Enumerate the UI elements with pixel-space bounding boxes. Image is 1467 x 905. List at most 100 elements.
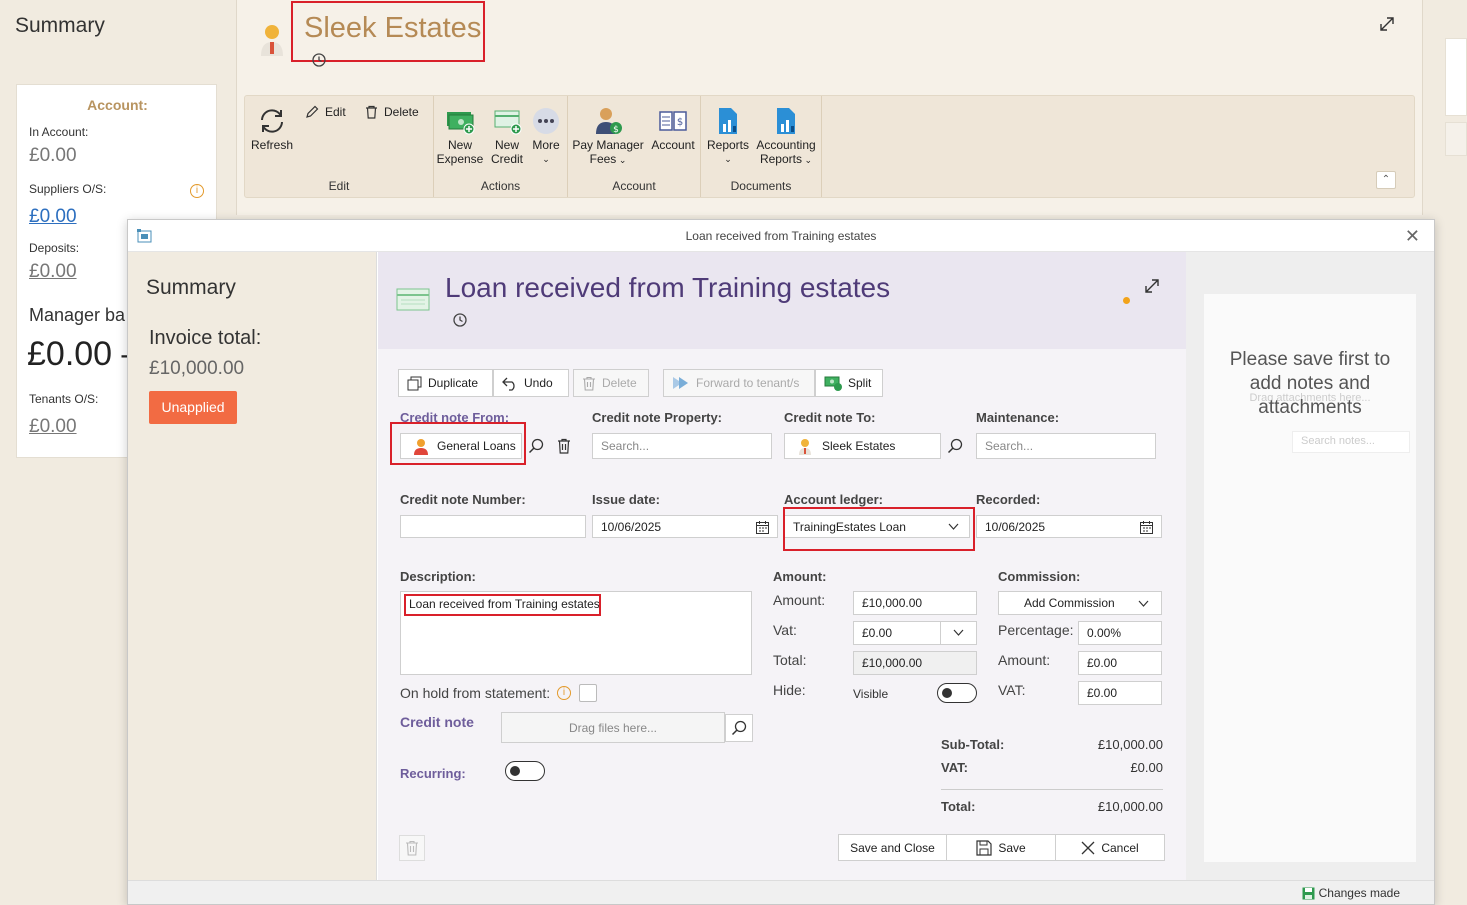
hide-toggle[interactable] xyxy=(937,683,977,703)
info-icon[interactable]: i xyxy=(190,184,204,198)
commission-vat-input[interactable]: £0.00 xyxy=(1078,681,1162,705)
pay-manager-fees-button[interactable]: $ Pay Manager Fees ⌄ xyxy=(572,106,644,167)
recorded-date-input[interactable]: 10/06/2025 xyxy=(976,515,1162,538)
ribbon-toolbar: Refresh Edit Delete Edit New Expense New… xyxy=(244,95,1415,198)
grand-total-label: Total: xyxy=(941,799,976,814)
credit-note-form: Loan received from Training estates xyxy=(378,252,1186,882)
percentage-input[interactable]: 0.00% xyxy=(1078,621,1162,645)
ribbon-group-account: $ Pay Manager Fees ⌄ $ Account Account xyxy=(568,96,701,197)
undo-button[interactable]: Undo xyxy=(493,369,569,397)
account-button[interactable]: $ Account xyxy=(648,106,698,152)
credit-note-to-field[interactable]: Sleek Estates xyxy=(784,433,941,459)
recorded-date-value: 10/06/2025 xyxy=(985,519,1046,534)
notes-attachments-panel: Drag attachments here... Please save fir… xyxy=(1186,252,1434,882)
suppliers-label: Suppliers O/S: xyxy=(29,182,107,196)
commission-vat-label: VAT: xyxy=(998,682,1026,698)
on-hold-checkbox[interactable] xyxy=(579,684,597,702)
refresh-button[interactable]: Refresh xyxy=(251,106,293,152)
new-credit-label-1: New xyxy=(494,138,519,152)
manager-balance-value: £0.00 – xyxy=(27,335,141,373)
trash-icon[interactable] xyxy=(551,433,577,459)
credit-note-from-field[interactable]: General Loans xyxy=(400,433,522,459)
delete-button[interactable]: Delete xyxy=(573,369,649,397)
vat-select[interactable]: £0.00 xyxy=(853,621,977,645)
tenants-label: Tenants O/S: xyxy=(29,392,99,406)
search-icon[interactable] xyxy=(523,433,549,459)
deposits-value-link[interactable]: £0.00 xyxy=(29,261,77,283)
credit-note-number-label: Credit note Number: xyxy=(400,492,526,507)
suppliers-value-link[interactable]: £0.00 xyxy=(29,206,77,228)
search-icon[interactable] xyxy=(942,433,968,459)
side-panel-tab[interactable] xyxy=(1445,122,1467,156)
credit-note-property-input[interactable]: Search... xyxy=(592,433,772,459)
issue-date-input[interactable]: 10/06/2025 xyxy=(592,515,778,538)
account-heading: Account: xyxy=(87,97,148,113)
save-and-close-button[interactable]: Save and Close xyxy=(838,834,947,861)
delete-record-button[interactable] xyxy=(399,835,425,861)
pay-manager-label-2: Fees ⌄ xyxy=(589,152,627,166)
edit-label: Edit xyxy=(325,105,346,119)
recorded-label: Recorded: xyxy=(976,492,1041,507)
dialog-titlebar: Loan received from Training estates ✕ xyxy=(128,220,1434,252)
file-drop-zone[interactable]: Drag files here... xyxy=(501,712,725,743)
forward-to-tenants-button[interactable]: Forward to tenant/s xyxy=(663,369,815,397)
split-button[interactable]: Split xyxy=(815,369,883,397)
amount-label: Amount: xyxy=(773,592,826,608)
add-commission-select[interactable]: Add Commission xyxy=(998,591,1162,615)
duplicate-icon xyxy=(407,376,422,390)
vat-dropdown-button[interactable] xyxy=(940,622,976,644)
maintenance-input[interactable]: Search... xyxy=(976,433,1156,459)
report-icon xyxy=(719,108,737,134)
undo-icon xyxy=(502,377,515,391)
notes-search-input[interactable]: Search notes... xyxy=(1292,431,1410,453)
search-icon[interactable] xyxy=(725,714,753,742)
ribbon-group-actions: New Expense New Credit More ⌄ Actions xyxy=(434,96,568,197)
calendar-icon[interactable] xyxy=(756,521,769,534)
form-header: Loan received from Training estates xyxy=(378,252,1186,349)
tenants-value-link[interactable]: £0.00 xyxy=(29,416,77,438)
money-icon xyxy=(447,112,475,135)
delete-button[interactable]: Delete xyxy=(365,105,419,119)
amount-input[interactable]: £10,000.00 xyxy=(853,591,977,615)
refresh-label: Refresh xyxy=(251,138,294,152)
new-credit-button[interactable]: New Credit xyxy=(484,106,530,166)
ribbon-group-documents: Reports ⌄ Accounting Reports ⌄ Documents xyxy=(701,96,822,197)
save-button[interactable]: Save xyxy=(946,834,1056,861)
group-label-account: Account xyxy=(612,179,656,193)
edit-button[interactable]: Edit xyxy=(305,105,346,119)
summary-title: Summary xyxy=(146,276,236,299)
expand-icon[interactable] xyxy=(1378,15,1396,33)
info-icon[interactable]: i xyxy=(557,686,571,700)
credit-note-number-input[interactable] xyxy=(400,515,586,538)
calendar-icon[interactable] xyxy=(1140,521,1153,534)
history-icon[interactable] xyxy=(311,52,327,68)
new-expense-button[interactable]: New Expense xyxy=(436,106,484,166)
trash-icon xyxy=(406,840,418,856)
history-icon[interactable] xyxy=(452,312,468,328)
expand-icon[interactable] xyxy=(1143,277,1161,295)
side-panel-tab[interactable] xyxy=(1445,38,1467,116)
account-ledger-select[interactable]: TrainingEstates Loan xyxy=(784,515,970,538)
close-icon[interactable]: ✕ xyxy=(1405,227,1420,245)
on-hold-label: On hold from statement: xyxy=(400,685,551,701)
person-icon xyxy=(414,439,428,455)
accounting-reports-button[interactable]: Accounting Reports ⌄ xyxy=(753,106,819,167)
cancel-button[interactable]: Cancel xyxy=(1055,834,1165,861)
totals-vat-value: £0.00 xyxy=(1130,760,1163,775)
ribbon-collapse-button[interactable]: ⌃ xyxy=(1376,171,1396,189)
group-label-actions: Actions xyxy=(480,179,521,193)
cancel-label: Cancel xyxy=(1101,840,1139,855)
issue-date-label: Issue date: xyxy=(592,492,660,507)
description-textarea[interactable]: Loan received from Training estates xyxy=(400,591,752,675)
duplicate-button[interactable]: Duplicate xyxy=(398,369,493,397)
totals-vat-label: VAT: xyxy=(941,760,968,775)
reports-button[interactable]: Reports ⌄ xyxy=(705,106,751,166)
recurring-toggle[interactable] xyxy=(505,761,545,781)
manager-balance-label: Manager ba xyxy=(29,305,126,325)
commission-amount-input[interactable]: £0.00 xyxy=(1078,651,1162,675)
notes-save-message: Please save first to add notes and attac… xyxy=(1229,349,1391,418)
chevron-down-icon: ⌄ xyxy=(542,154,550,164)
more-button[interactable]: More ⌄ xyxy=(528,106,564,166)
total-value: £10,000.00 xyxy=(853,651,977,675)
chevron-down-icon xyxy=(948,523,959,530)
